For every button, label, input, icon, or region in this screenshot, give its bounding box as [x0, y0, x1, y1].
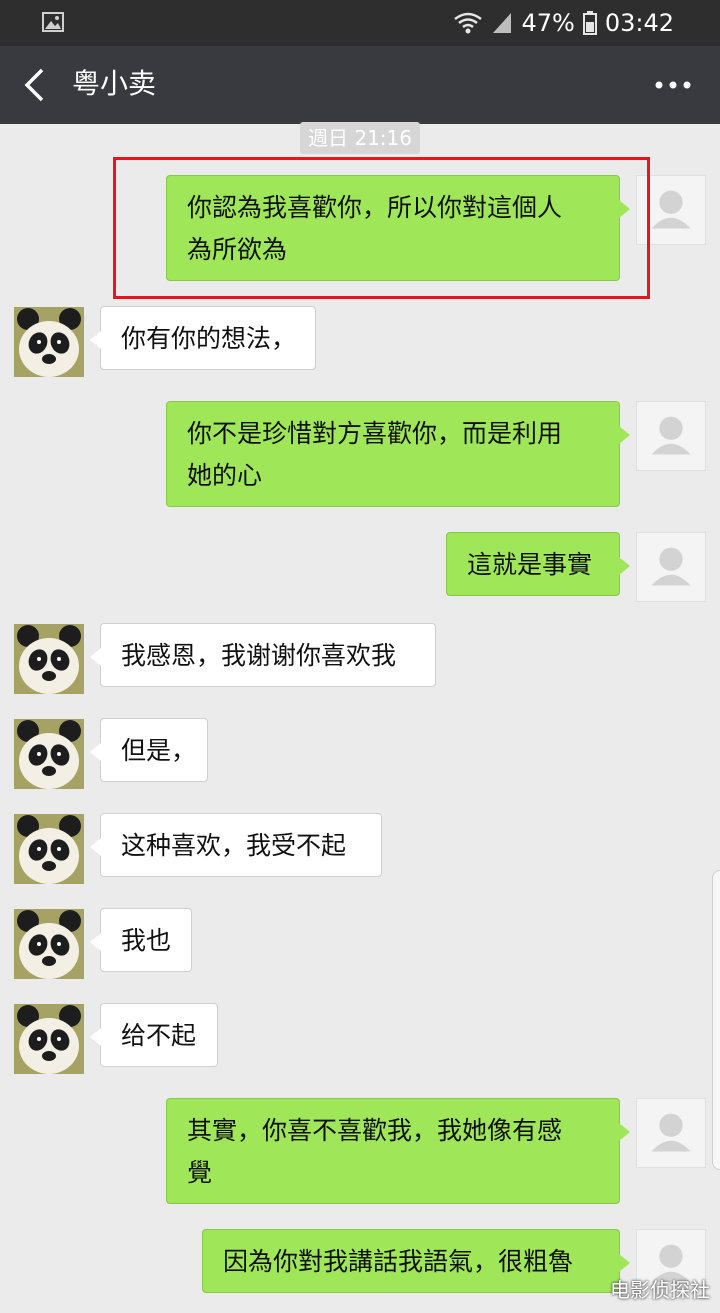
panda-avatar-image	[14, 719, 84, 789]
signal-icon	[493, 13, 512, 33]
message-timestamp: 週日 21:16	[300, 122, 420, 154]
received-message-bubble[interactable]: 这种喜欢，我受不起	[90, 813, 382, 877]
sent-message-bubble[interactable]: 這就是事實	[446, 532, 630, 596]
avatar-panda[interactable]	[14, 814, 84, 884]
avatar-panda[interactable]	[14, 1004, 84, 1074]
avatar-panda[interactable]	[14, 719, 84, 789]
received-message-bubble[interactable]: 我感恩，我谢谢你喜欢我	[90, 623, 436, 687]
wifi-icon	[454, 12, 483, 34]
back-arrow-icon[interactable]	[20, 66, 48, 104]
received-message-bubble[interactable]: 我也	[90, 908, 192, 972]
panda-avatar-image	[14, 814, 84, 884]
message-text-line: 给不起	[121, 1021, 197, 1050]
panda-avatar-image	[14, 909, 84, 979]
watermark: 电影侦探社	[610, 1278, 710, 1302]
received-message-bubble[interactable]: 但是，	[90, 718, 208, 782]
message-text-line: 我感恩，我谢谢你喜欢我	[121, 641, 397, 670]
avatar-panda[interactable]	[14, 624, 84, 694]
panda-avatar-image	[14, 624, 84, 694]
avatar-panda[interactable]	[14, 909, 84, 979]
message-text-line: 你認為我喜歡你，所以你對這個人	[187, 193, 563, 222]
more-options-icon[interactable]	[654, 70, 692, 100]
avatar-default-user[interactable]	[636, 1098, 706, 1168]
panda-avatar-image	[14, 307, 84, 377]
message-text-line: 这种喜欢，我受不起	[121, 831, 347, 860]
clock-time: 03:42	[604, 9, 674, 37]
message-text-line: 你不是珍惜對方喜歡你，而是利用	[187, 419, 563, 448]
avatar-panda[interactable]	[14, 307, 84, 377]
sent-message-bubble[interactable]: 你認為我喜歡你，所以你對這個人 為所欲為	[166, 175, 630, 281]
message-text-line: 為所欲為	[187, 235, 288, 264]
default-user-icon	[651, 190, 691, 229]
status-bar: 47% 03:42	[0, 0, 720, 46]
sent-message-bubble[interactable]: 你不是珍惜對方喜歡你，而是利用 她的心	[166, 401, 630, 507]
received-message-bubble[interactable]: 你有你的想法，	[90, 306, 316, 370]
chat-header: 粤小卖	[0, 46, 720, 124]
battery-icon	[582, 11, 597, 35]
sent-message-bubble[interactable]: 因為你對我講話我語氣，很粗魯	[202, 1229, 630, 1293]
avatar-default-user[interactable]	[636, 175, 706, 245]
default-user-icon	[651, 547, 691, 586]
default-user-icon	[651, 416, 691, 455]
panda-avatar-image	[14, 1004, 84, 1074]
message-text-line: 她的心	[187, 461, 263, 490]
scroll-handle[interactable]	[712, 870, 720, 1170]
battery-percent: 47%	[521, 9, 575, 37]
status-right: 47% 03:42	[453, 6, 674, 40]
message-text-line: 我也	[121, 926, 172, 955]
message-text-line: 你有你的想法，	[121, 324, 297, 353]
message-text-line: 覺	[187, 1158, 213, 1187]
chat-title: 粤小卖	[72, 67, 157, 100]
message-text-line: 因為你對我講話我語氣，很粗魯	[223, 1247, 574, 1276]
avatar-default-user[interactable]	[636, 532, 706, 602]
message-text-line: 這就是事實	[467, 550, 593, 579]
default-user-icon	[651, 1113, 691, 1152]
message-text-line: 其實，你喜不喜歡我，我她像有感	[187, 1116, 563, 1145]
avatar-default-user[interactable]	[636, 401, 706, 471]
message-text-line: 但是，	[121, 736, 197, 765]
received-message-bubble[interactable]: 给不起	[90, 1003, 218, 1067]
sent-message-bubble[interactable]: 其實，你喜不喜歡我，我她像有感覺	[166, 1098, 630, 1204]
image-notification-icon	[42, 12, 64, 32]
